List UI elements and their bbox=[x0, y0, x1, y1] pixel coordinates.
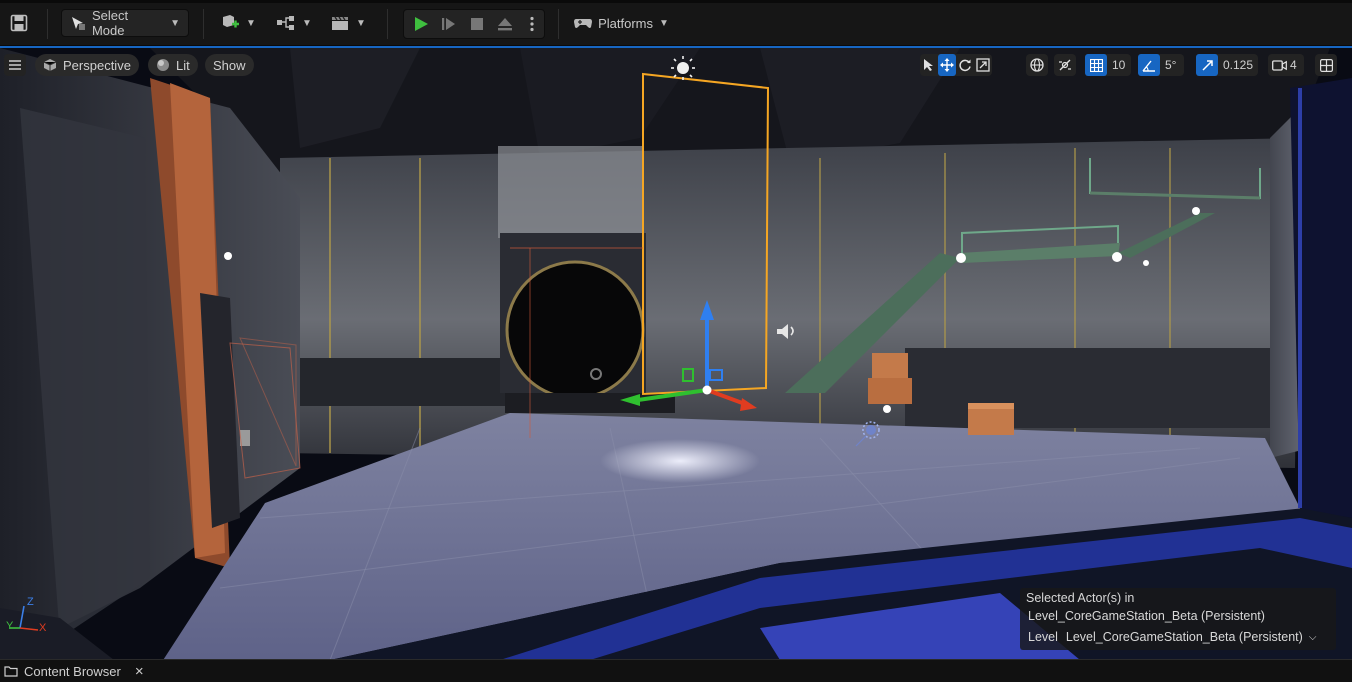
blueprint-icon bbox=[277, 16, 295, 30]
viewport-menu-icon[interactable] bbox=[4, 54, 26, 76]
main-toolbar: Select Mode ▼ ▼ ▼ ▼ Platforms ▼ bbox=[0, 3, 1352, 46]
selected-actors-level: Level_CoreGameStation_Beta (Persistent) bbox=[1028, 609, 1265, 623]
lit-dropdown[interactable]: Lit bbox=[148, 54, 198, 76]
save-icon[interactable] bbox=[6, 9, 32, 37]
scale-snap-icon bbox=[1196, 54, 1218, 76]
perspective-label: Perspective bbox=[63, 57, 131, 73]
chevron-down-icon: ▼ bbox=[246, 17, 256, 29]
select-mode-dropdown[interactable]: Select Mode ▼ bbox=[61, 8, 189, 38]
viewport-layout-icon[interactable] bbox=[1315, 54, 1337, 76]
rotate-icon[interactable] bbox=[956, 54, 974, 76]
level-value: Level_CoreGameStation_Beta (Persistent) bbox=[1065, 630, 1303, 644]
camera-speed-value: 4 bbox=[1290, 58, 1297, 72]
grid-snap-toggle[interactable]: 10 bbox=[1085, 54, 1131, 76]
close-icon[interactable]: × bbox=[135, 663, 144, 680]
scale-icon[interactable] bbox=[974, 54, 992, 76]
play-icon[interactable] bbox=[408, 10, 434, 38]
scale-snap-value: 0.125 bbox=[1223, 58, 1254, 72]
world-space-icon[interactable] bbox=[1026, 54, 1048, 76]
toolbar-separator bbox=[387, 9, 388, 39]
show-dropdown[interactable]: Show bbox=[205, 54, 254, 76]
scene-render[interactable] bbox=[0, 48, 1352, 660]
toolbar-separator bbox=[203, 9, 204, 39]
perspective-dropdown[interactable]: Perspective bbox=[35, 54, 139, 76]
camera-icon bbox=[1268, 54, 1290, 76]
rotation-snap-toggle[interactable]: 5° bbox=[1138, 54, 1184, 76]
chevron-down-icon: ⌵ bbox=[1308, 631, 1317, 643]
select-arrow-icon[interactable] bbox=[920, 54, 938, 76]
blueprint-button[interactable]: ▼ bbox=[274, 9, 314, 37]
gamepad-icon bbox=[574, 19, 593, 28]
platforms-label: Platforms bbox=[598, 15, 653, 31]
grid-icon bbox=[1085, 54, 1107, 76]
selected-actor-level-panel: Selected Actor(s) in Level_CoreGameStati… bbox=[1020, 588, 1336, 650]
selected-actors-caption: Selected Actor(s) in bbox=[1026, 591, 1135, 605]
play-controls bbox=[403, 9, 545, 39]
axis-x-label: X bbox=[39, 622, 47, 634]
clapperboard-icon bbox=[332, 16, 349, 30]
folder-icon bbox=[4, 666, 18, 677]
transform-mode-group bbox=[920, 54, 992, 76]
platforms-dropdown[interactable]: Platforms ▼ bbox=[570, 9, 672, 37]
content-browser-tab[interactable]: Content Browser × bbox=[0, 660, 144, 682]
cube-icon bbox=[43, 59, 57, 71]
toolbar-separator bbox=[47, 9, 48, 39]
lit-label: Lit bbox=[176, 57, 190, 73]
chevron-down-icon: ▼ bbox=[356, 17, 366, 29]
play-options-icon[interactable] bbox=[522, 10, 542, 38]
cinematics-button[interactable]: ▼ bbox=[328, 9, 368, 37]
level-viewport[interactable]: Perspective Lit Show 10 5° 0.125 4 Z Y X… bbox=[0, 46, 1352, 660]
translate-icon[interactable] bbox=[938, 54, 956, 76]
scale-snap-toggle[interactable]: 0.125 bbox=[1196, 54, 1258, 76]
select-mode-label: Select Mode bbox=[91, 8, 129, 38]
grid-snap-value: 10 bbox=[1112, 58, 1126, 72]
bottom-drawer-bar: Content Browser × bbox=[0, 659, 1352, 682]
chevron-down-icon: ▼ bbox=[170, 17, 180, 29]
add-actor-button[interactable]: ▼ bbox=[218, 9, 258, 37]
show-label: Show bbox=[213, 57, 246, 73]
toolbar-separator bbox=[558, 9, 559, 39]
axis-z-label: Z bbox=[27, 596, 34, 608]
add-actor-icon bbox=[223, 15, 240, 28]
current-level-dropdown[interactable]: Level Level_CoreGameStation_Beta (Persis… bbox=[1028, 630, 1332, 644]
lit-sphere-icon bbox=[157, 59, 169, 71]
angle-icon bbox=[1138, 54, 1160, 76]
level-label: Level bbox=[1028, 630, 1058, 644]
eject-icon[interactable] bbox=[492, 10, 518, 38]
surface-snapping-icon[interactable] bbox=[1054, 54, 1076, 76]
skip-frame-icon[interactable] bbox=[436, 10, 462, 38]
camera-speed-button[interactable]: 4 bbox=[1268, 54, 1304, 76]
content-browser-label: Content Browser bbox=[24, 663, 121, 679]
stop-icon[interactable] bbox=[464, 10, 490, 38]
chevron-down-icon: ▼ bbox=[302, 17, 312, 29]
chevron-down-icon: ▼ bbox=[659, 17, 669, 29]
rotation-snap-value: 5° bbox=[1165, 58, 1177, 72]
select-mode-icon bbox=[71, 17, 85, 30]
axis-y-label: Y bbox=[6, 620, 14, 632]
